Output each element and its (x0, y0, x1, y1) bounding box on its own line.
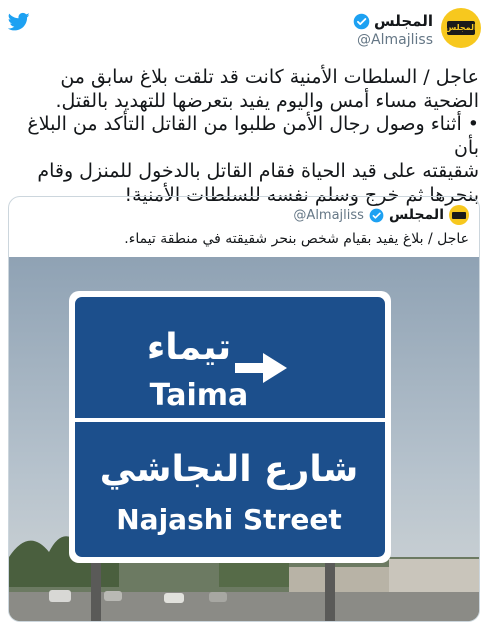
tweet-line: الضحية مساء أمس واليوم يفيد بتعرضها للته… (55, 89, 480, 112)
author-handle[interactable]: @Almajliss (353, 32, 433, 48)
avatar[interactable]: المجلس (441, 8, 481, 48)
street-sign-photo[interactable]: تيماء Taima شارع النجاشي Najashi Street (9, 257, 479, 622)
author-name[interactable]: المجلس (374, 12, 433, 30)
brand-logo: المجلس (445, 21, 477, 35)
twitter-bird-icon[interactable] (8, 12, 30, 32)
sign-arabic-city: تيماء (147, 327, 231, 368)
tweet-card: المجلس المجلس @Almajliss عاجل / السلطات … (0, 0, 489, 622)
sign-arabic-street: شارع النجاشي (100, 449, 359, 490)
quoted-author-handle[interactable]: @Almajliss (293, 208, 364, 223)
verified-badge-icon (369, 208, 384, 222)
tweet-line: • أثناء وصول رجال الأمن طلبوا من القاتل … (27, 113, 479, 159)
sign-english-city: Taima (150, 378, 249, 413)
tweet-body: عاجل / السلطات الأمنية كانت قد تلقت بلاغ… (10, 66, 479, 207)
tweet-line: عاجل / السلطات الأمنية كانت قد تلقت بلاغ… (60, 66, 479, 88)
quoted-text: عاجل / بلاغ يفيد بقيام شخص بنحر شقيقته ف… (124, 231, 469, 247)
tweet-line: شقيقته على قيد الحياة فقام القاتل بالدخو… (37, 160, 479, 182)
quoted-avatar[interactable] (449, 205, 469, 225)
quoted-tweet[interactable]: المجلس @Almajliss عاجل / بلاغ يفيد بقيام… (8, 196, 480, 622)
verified-badge-icon (353, 13, 370, 29)
author-block: المجلس @Almajliss (353, 12, 433, 48)
quoted-author-name[interactable]: المجلس (389, 207, 444, 223)
sign-english-street: Najashi Street (116, 503, 342, 536)
quoted-author-row: المجلس @Almajliss (293, 205, 469, 225)
